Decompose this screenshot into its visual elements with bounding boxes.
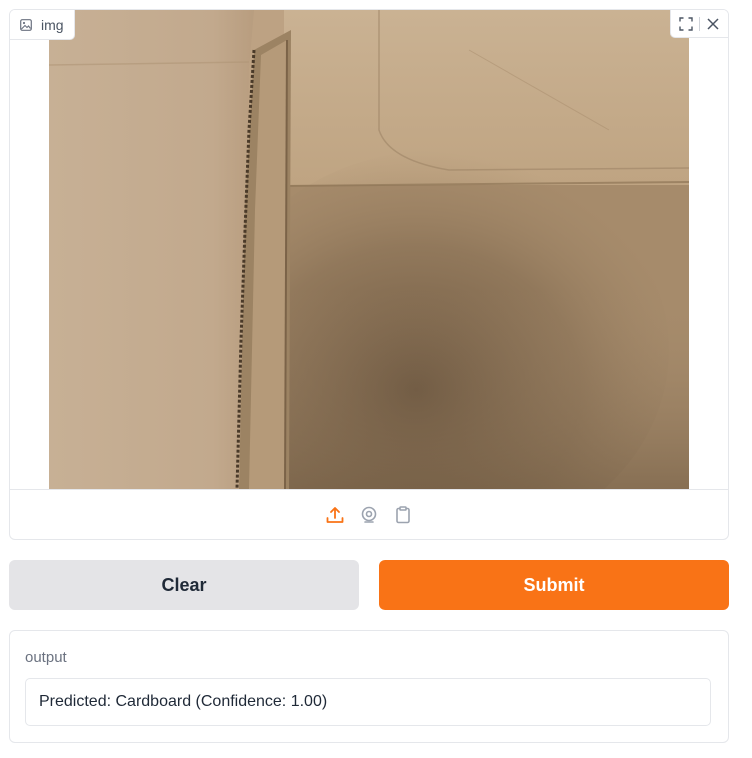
output-label: output	[25, 649, 67, 666]
image-source-bar	[10, 489, 728, 539]
image-toolbar	[670, 10, 728, 38]
output-value: Predicted: Cardboard (Confidence: 1.00)	[39, 693, 328, 710]
clear-button[interactable]: Clear	[9, 560, 359, 610]
output-panel: output Predicted: Cardboard (Confidence:…	[9, 630, 729, 743]
fullscreen-icon[interactable]	[675, 13, 697, 35]
uploaded-image	[49, 10, 689, 489]
image-icon	[20, 18, 32, 31]
close-icon[interactable]	[702, 13, 724, 35]
output-textbox[interactable]: Predicted: Cardboard (Confidence: 1.00)	[25, 678, 711, 726]
image-label: img	[41, 16, 64, 33]
toolbar-divider	[699, 16, 700, 31]
submit-button[interactable]: Submit	[379, 560, 729, 610]
image-input-panel: img	[9, 9, 729, 540]
image-label-chip: img	[10, 10, 75, 40]
upload-icon[interactable]	[322, 502, 348, 528]
clipboard-icon[interactable]	[390, 502, 416, 528]
image-dropzone[interactable]	[10, 10, 728, 489]
webcam-icon[interactable]	[356, 502, 382, 528]
